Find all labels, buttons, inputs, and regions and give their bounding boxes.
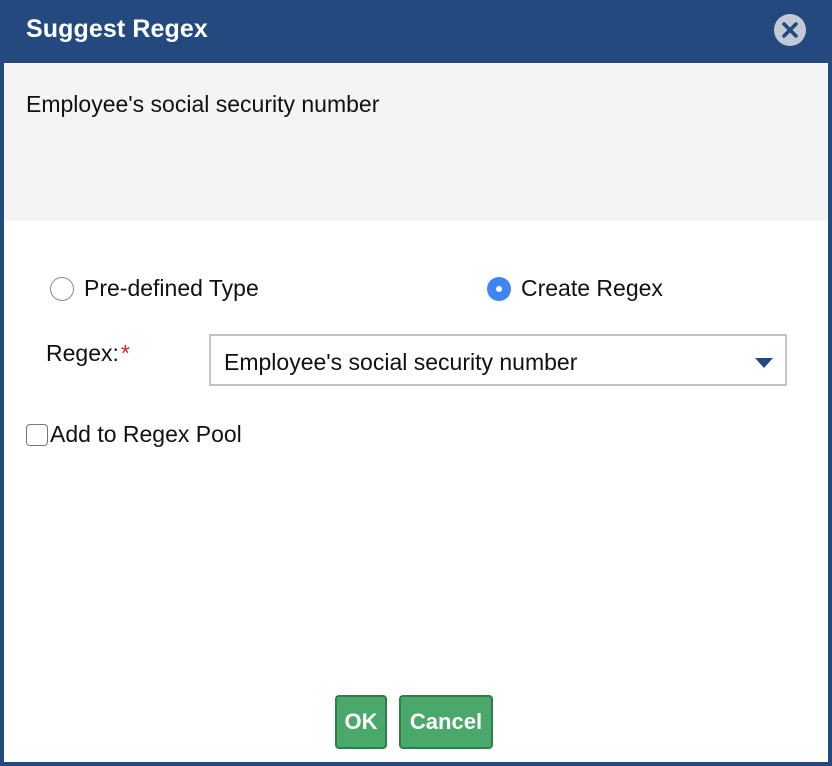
- add-to-regex-pool-label: Add to Regex Pool: [50, 421, 242, 447]
- regex-field-label: Regex:*: [46, 340, 130, 367]
- suggest-regex-dialog: Suggest Regex Employee's social security…: [0, 0, 832, 766]
- ok-button[interactable]: OK: [335, 695, 387, 749]
- caret-down-icon: [755, 356, 773, 374]
- radio-button-unchecked[interactable]: [50, 276, 74, 301]
- required-marker: *: [120, 340, 130, 366]
- close-icon[interactable]: [774, 14, 806, 46]
- dialog-titlebar: Suggest Regex: [0, 0, 832, 63]
- radio-predefined-type[interactable]: Pre-defined Type: [50, 275, 259, 302]
- regex-select-value: Employee's social security number: [224, 349, 578, 375]
- radio-label-create-regex: Create Regex: [521, 275, 663, 301]
- dialog-title: Suggest Regex: [26, 15, 208, 43]
- add-to-regex-pool-checkbox[interactable]: [26, 423, 48, 446]
- radio-create-regex[interactable]: Create Regex: [487, 275, 663, 302]
- radio-label-predefined-type: Pre-defined Type: [84, 275, 259, 301]
- cancel-button[interactable]: Cancel: [399, 695, 493, 749]
- description-panel: Employee's social security number: [4, 63, 828, 221]
- regex-label-text: Regex:: [46, 340, 119, 366]
- radio-button-checked[interactable]: [487, 276, 511, 301]
- description-text: Employee's social security number: [26, 91, 380, 117]
- add-to-regex-pool[interactable]: Add to Regex Pool: [26, 421, 242, 448]
- regex-select[interactable]: Employee's social security number: [209, 334, 787, 386]
